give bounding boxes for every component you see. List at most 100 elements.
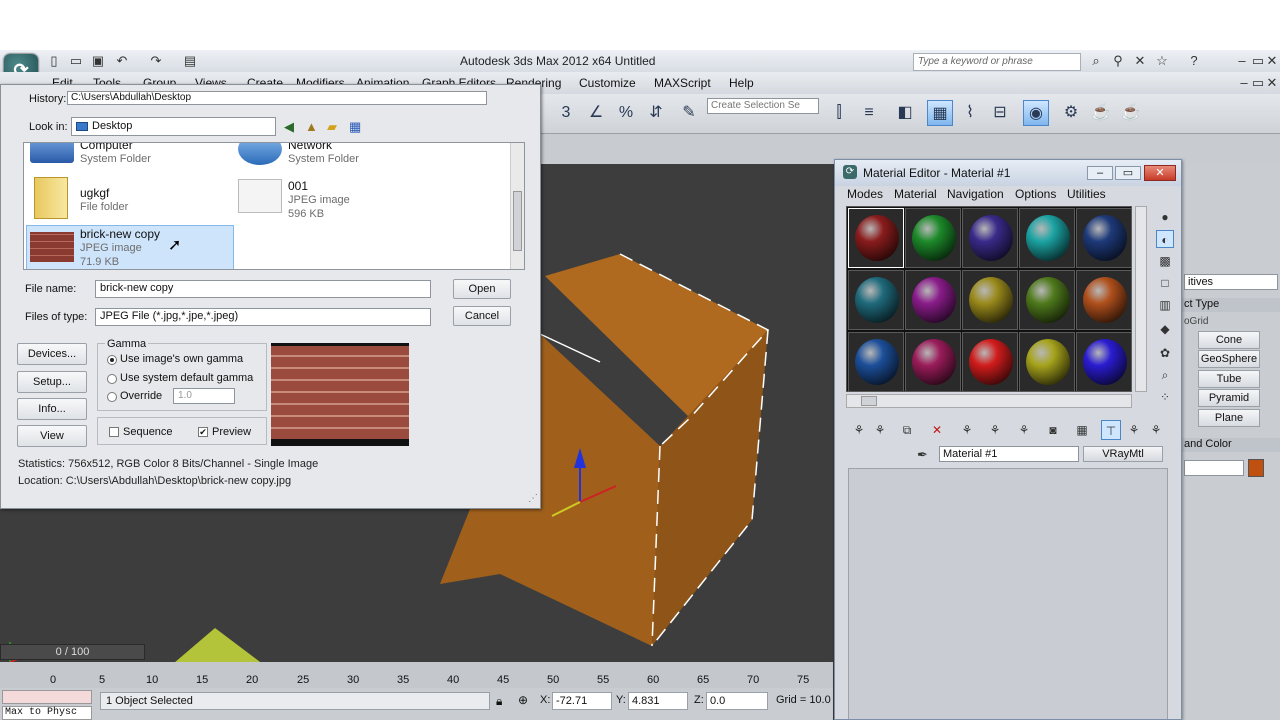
new-folder-icon[interactable]: ▰ <box>327 119 337 135</box>
render-production-icon[interactable]: ☕ <box>1118 100 1144 126</box>
lock-icon[interactable]: 🔒︎ <box>496 694 502 709</box>
files-of-type-dropdown[interactable]: JPEG File (*.jpg,*.jpe,*.jpeg) <box>95 308 431 326</box>
menu-customize[interactable]: Customize <box>579 76 636 90</box>
view-button[interactable]: View <box>17 425 87 447</box>
render-setup-icon[interactable]: ⚙ <box>1058 100 1084 126</box>
x-coordinate-field[interactable]: -72.71 <box>552 692 612 710</box>
setup-button[interactable]: Setup... <box>17 371 87 393</box>
plane-button[interactable]: Plane <box>1198 409 1260 427</box>
help-icon[interactable]: ? <box>1186 53 1202 69</box>
gamma-radio-own[interactable] <box>107 355 117 365</box>
angle-snap-icon[interactable]: ∠ <box>583 100 609 126</box>
hscroll-thumb[interactable] <box>861 396 877 406</box>
absolute-mode-icon[interactable]: ⊕ <box>518 693 528 707</box>
background-icon[interactable]: ▩ <box>1156 252 1174 270</box>
sample-uv-tiling-icon[interactable]: □ <box>1156 274 1174 292</box>
backlight-icon[interactable]: ◐ <box>1156 230 1174 248</box>
sample-slot[interactable] <box>905 208 961 268</box>
back-icon[interactable]: ◀ <box>284 119 294 135</box>
preview-checkbox[interactable]: ✔ <box>198 427 208 437</box>
sample-slot[interactable] <box>962 270 1018 330</box>
mirror-icon[interactable]: ⫿ <box>826 100 852 126</box>
devices-button[interactable]: Devices... <box>17 343 87 365</box>
doc-close-icon[interactable]: ✕ <box>1264 75 1280 91</box>
show-map-in-viewport-icon[interactable]: ▦ <box>1072 420 1092 440</box>
undo-icon[interactable]: ↶ <box>114 53 130 69</box>
sample-slot[interactable] <box>1019 332 1075 392</box>
material-map-navigator-icon[interactable]: ⁘ <box>1156 388 1174 406</box>
name-and-color-rollout[interactable]: and Color <box>1180 438 1280 452</box>
sample-slot[interactable] <box>1076 332 1132 392</box>
me-menu-utilities[interactable]: Utilities <box>1067 187 1106 201</box>
graphite-ribbon-icon[interactable]: ▦ <box>927 100 953 126</box>
snap-3d-icon[interactable]: 3 <box>553 100 579 126</box>
layer-manager-icon[interactable]: ◧ <box>892 100 918 126</box>
percent-snap-icon[interactable]: % <box>613 100 639 126</box>
me-menu-modes[interactable]: Modes <box>847 187 883 201</box>
schematic-view-icon[interactable]: ⊟ <box>987 100 1013 126</box>
gamma-radio-override[interactable] <box>107 392 117 402</box>
sample-slot[interactable] <box>962 208 1018 268</box>
file-list[interactable]: Computer System Folder Network System Fo… <box>23 142 525 270</box>
align-icon[interactable]: ≡ <box>856 100 882 126</box>
object-category-dropdown[interactable]: itives <box>1184 274 1278 290</box>
sample-slot[interactable] <box>848 208 904 268</box>
search-input[interactable]: Type a keyword or phrase <box>913 53 1081 71</box>
show-end-result-icon[interactable]: ⊤ <box>1101 420 1121 440</box>
eyedropper-icon[interactable]: ✒ <box>917 447 928 463</box>
cone-button[interactable]: Cone <box>1198 331 1260 349</box>
curve-editor-icon[interactable]: ⌇ <box>957 100 983 126</box>
put-material-to-scene-icon[interactable]: ⚘ <box>870 420 890 440</box>
pyramid-button[interactable]: Pyramid <box>1198 389 1260 407</box>
z-coordinate-field[interactable]: 0.0 <box>706 692 768 710</box>
tube-button[interactable]: Tube <box>1198 370 1260 388</box>
go-to-parent-icon[interactable]: ⚘ <box>1124 420 1144 440</box>
get-material-icon[interactable]: ⚘ <box>849 420 869 440</box>
sample-slot[interactable] <box>1019 270 1075 330</box>
me-menu-options[interactable]: Options <box>1015 187 1056 201</box>
make-material-copy-icon[interactable]: ⚘ <box>957 420 977 440</box>
sample-slot[interactable] <box>1076 208 1132 268</box>
project-folder-icon[interactable]: ▤ <box>182 53 198 69</box>
sample-slot[interactable] <box>905 332 961 392</box>
slots-vscroll[interactable] <box>1135 206 1147 392</box>
time-slider[interactable]: 0 / 100 <box>0 644 145 660</box>
sample-slot[interactable] <box>1019 208 1075 268</box>
spinner-snap-icon[interactable]: ⇵ <box>643 100 669 126</box>
sample-slot[interactable] <box>848 332 904 392</box>
open-button[interactable]: Open <box>453 279 511 299</box>
go-forward-to-sibling-icon[interactable]: ⚘ <box>1146 420 1166 440</box>
binoculars-icon[interactable]: ⌕ <box>1088 53 1104 69</box>
video-color-check-icon[interactable]: ▥ <box>1156 296 1174 314</box>
sequence-checkbox[interactable] <box>109 427 119 437</box>
me-menu-navigation[interactable]: Navigation <box>947 187 1004 201</box>
sample-slot[interactable] <box>905 270 961 330</box>
put-to-library-icon[interactable]: ⚘ <box>1014 420 1034 440</box>
menu-maxscript[interactable]: MAXScript <box>654 76 711 90</box>
maxscript-listener[interactable]: Max to Physc <box>2 706 92 720</box>
sample-slots[interactable] <box>846 206 1132 392</box>
reset-map-icon[interactable]: ✕ <box>927 420 947 440</box>
listener-top[interactable] <box>2 690 92 704</box>
material-editor-icon[interactable]: ◉ <box>1023 100 1049 126</box>
y-coordinate-field[interactable]: 4.831 <box>628 692 688 710</box>
save-icon[interactable]: ▣ <box>90 53 106 69</box>
geosphere-button[interactable]: GeoSphere <box>1198 350 1260 368</box>
sample-slot[interactable] <box>1076 270 1132 330</box>
resize-grip-icon[interactable]: ⋰ <box>528 493 538 504</box>
make-preview-icon[interactable]: ◆ <box>1156 320 1174 338</box>
close-icon[interactable]: ✕ <box>1264 53 1280 69</box>
file-list-scrollbar[interactable] <box>510 143 524 269</box>
sample-slot[interactable] <box>848 270 904 330</box>
options-icon[interactable]: ✿ <box>1156 344 1174 362</box>
look-in-dropdown[interactable]: Desktop <box>71 117 276 136</box>
material-name-field[interactable]: Material #1 <box>939 446 1079 462</box>
redo-icon[interactable]: ↷ <box>148 53 164 69</box>
history-dropdown[interactable]: C:\Users\Abdullah\Desktop <box>67 91 487 105</box>
material-id-channel-icon[interactable]: ◙ <box>1043 420 1063 440</box>
up-folder-icon[interactable]: ▲ <box>305 119 318 134</box>
new-file-icon[interactable]: ▯ <box>46 53 62 69</box>
object-color-swatch[interactable] <box>1248 459 1264 477</box>
cancel-button[interactable]: Cancel <box>453 306 511 326</box>
make-unique-icon[interactable]: ⚘ <box>985 420 1005 440</box>
